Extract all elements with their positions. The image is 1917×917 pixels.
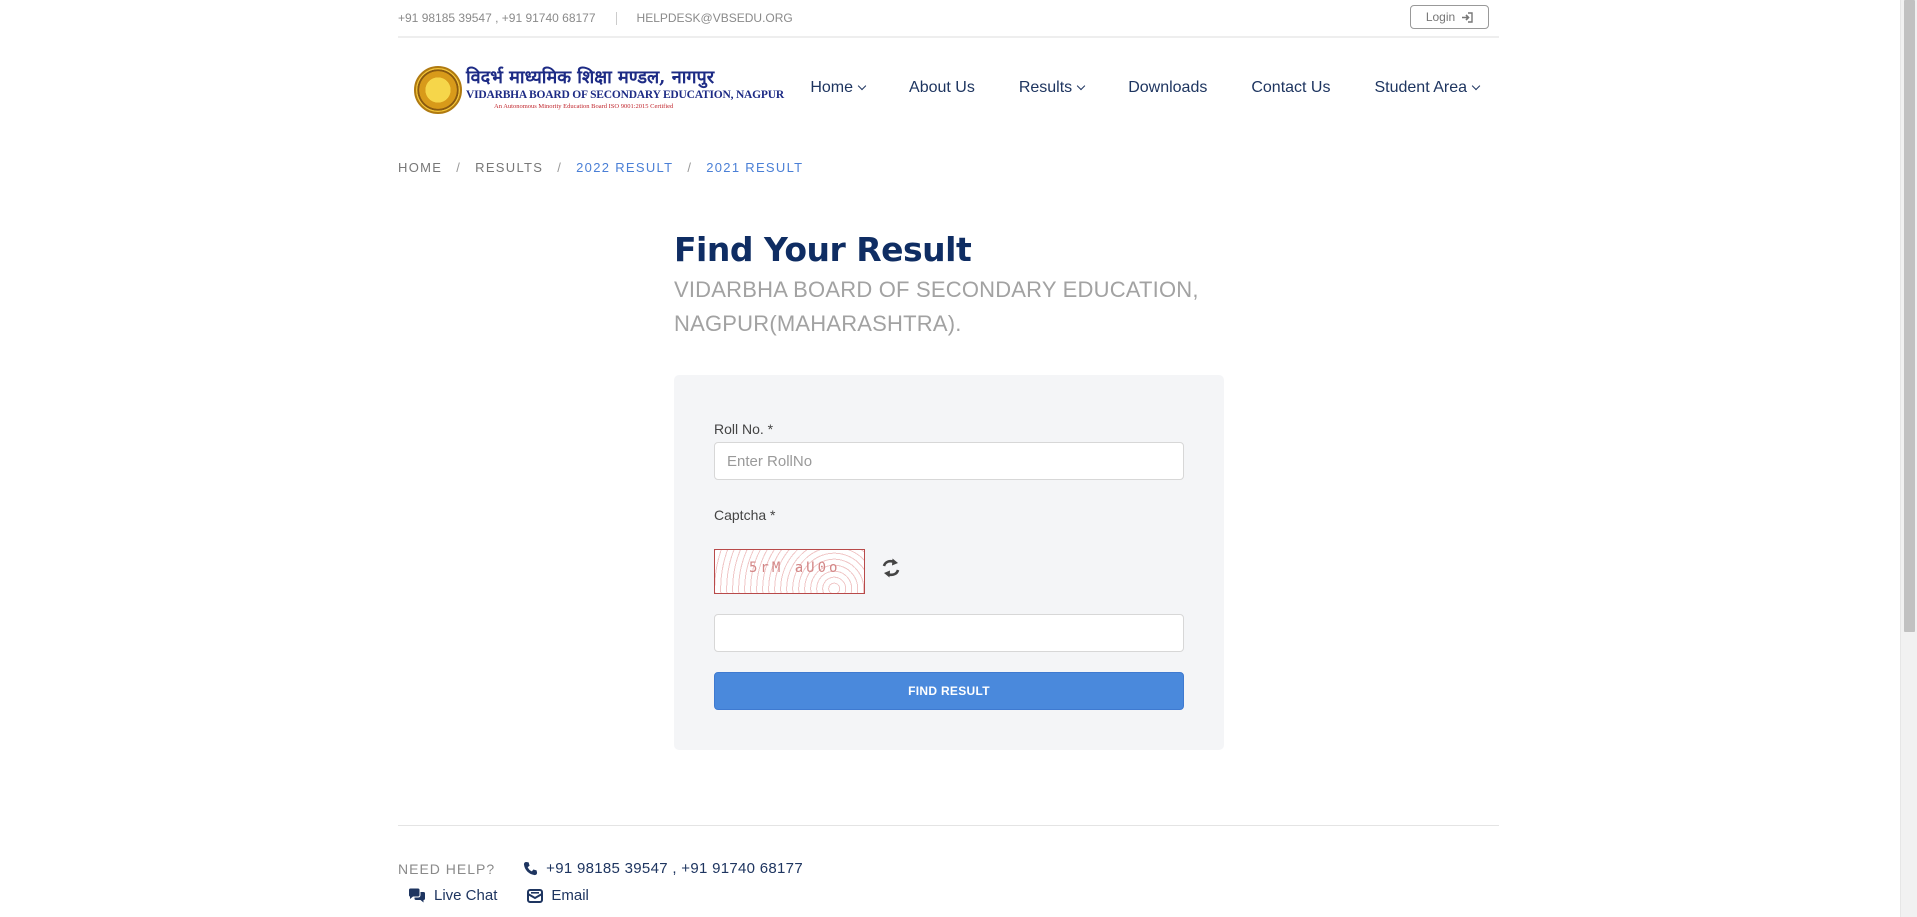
board-seal-logo	[414, 66, 462, 114]
logo-hindi-name: विदर्भ माध्यमिक शिक्षा मण्डल, नागपुर	[466, 67, 715, 88]
page-subtitle-line-2: NAGPUR(MAHARASHTRA).	[674, 311, 962, 336]
nav-student-area-label: Student Area	[1374, 79, 1467, 96]
top-divider	[615, 11, 617, 25]
scrollbar-thumb[interactable]	[1904, 0, 1915, 632]
live-chat-label: Live Chat	[434, 887, 498, 904]
sign-in-icon	[1462, 11, 1473, 23]
page-heading: Find Your Result VIDARBHA BOARD OF SECON…	[674, 230, 1234, 341]
help-phone-numbers: +91 98185 39547 , +91 91740 68177	[546, 860, 803, 877]
page-subtitle: VIDARBHA BOARD OF SECONDARY EDUCATION, N…	[674, 273, 1234, 341]
nav-results[interactable]: Results	[1018, 79, 1086, 97]
page-scrollbar[interactable]	[1900, 0, 1917, 917]
breadcrumb-separator: /	[557, 160, 563, 175]
captcha-input[interactable]	[714, 614, 1184, 652]
breadcrumb-results[interactable]: RESULTS	[475, 160, 543, 175]
chevron-down-icon	[1471, 81, 1481, 91]
chevron-down-icon	[1076, 81, 1086, 91]
nav-home[interactable]: Home	[810, 79, 867, 97]
help-phone[interactable]: +91 98185 39547 , +91 91740 68177	[523, 860, 803, 877]
site-logo[interactable]: विदर्भ माध्यमिक शिक्षा मण्डल, नागपुर VID…	[414, 66, 784, 114]
help-links: Live Chat Email	[408, 887, 619, 904]
nav-home-label: Home	[810, 79, 854, 96]
login-button[interactable]: Login	[1410, 5, 1489, 29]
nav-student-area[interactable]: Student Area	[1374, 79, 1481, 97]
nav-downloads[interactable]: Downloads	[1128, 79, 1207, 97]
top-bar: +91 98185 39547 , +91 91740 68177 HELPDE…	[398, 0, 1499, 38]
top-email[interactable]: HELPDESK@VBSEDU.ORG	[637, 11, 793, 25]
help-section: NEED HELP? +91 98185 39547 , +91 91740 6…	[398, 860, 803, 877]
envelope-icon	[527, 888, 544, 903]
result-form-card: Roll No. * Captcha * 5rM aU0o FIND RESUL…	[674, 375, 1224, 750]
captcha-image: 5rM aU0o	[714, 549, 865, 594]
logo-english-name: VIDARBHA BOARD OF SECONDARY EDUCATION, N…	[466, 89, 784, 101]
captcha-image-text: 5rM aU0o	[749, 560, 841, 576]
nav-downloads-label: Downloads	[1128, 79, 1208, 96]
login-label: Login	[1425, 10, 1456, 24]
page-title: Find Your Result	[674, 230, 972, 269]
chat-icon	[409, 888, 425, 903]
breadcrumb-2021-result[interactable]: 2021 RESULT	[706, 160, 803, 175]
logo-text: विदर्भ माध्यमिक शिक्षा मण्डल, नागपुर VID…	[466, 68, 784, 112]
find-result-button[interactable]: FIND RESULT	[714, 672, 1184, 710]
phone-icon	[524, 861, 538, 876]
breadcrumb-separator: /	[456, 160, 462, 175]
breadcrumb-separator: /	[687, 160, 693, 175]
nav-results-label: Results	[1018, 79, 1073, 96]
top-contact: +91 98185 39547 , +91 91740 68177 HELPDE…	[398, 11, 793, 25]
page-subtitle-line-1: VIDARBHA BOARD OF SECONDARY EDUCATION,	[674, 277, 1199, 302]
logo-tagline: An Autonomous Minority Education Board I…	[494, 103, 674, 110]
need-help-label: NEED HELP?	[398, 860, 496, 877]
roll-no-label: Roll No. *	[714, 421, 774, 437]
email-link[interactable]: Email	[527, 887, 589, 904]
nav-about-us-label: About Us	[909, 79, 975, 96]
refresh-captcha-icon[interactable]	[879, 556, 903, 580]
email-label: Email	[551, 887, 589, 904]
live-chat-link[interactable]: Live Chat	[408, 887, 497, 904]
breadcrumb-2022-result[interactable]: 2022 RESULT	[576, 160, 673, 175]
nav-about-us[interactable]: About Us	[909, 79, 975, 97]
nav-contact-us-label: Contact Us	[1251, 79, 1331, 96]
chevron-down-icon	[857, 81, 867, 91]
captcha-label: Captcha *	[714, 507, 776, 523]
top-phone-numbers: +91 98185 39547 , +91 91740 68177	[398, 11, 596, 25]
footer-divider	[398, 825, 1499, 826]
nav-contact-us[interactable]: Contact Us	[1251, 79, 1330, 97]
roll-no-input[interactable]	[714, 442, 1184, 480]
breadcrumb: HOME / RESULTS / 2022 RESULT / 2021 RESU…	[398, 160, 1499, 175]
site-header: विदर्भ माध्यमिक शिक्षा मण्डल, नागपुर VID…	[398, 40, 1499, 138]
breadcrumb-home[interactable]: HOME	[398, 160, 442, 175]
main-nav: Home About Us Results Downloads Contact …	[766, 79, 1481, 97]
